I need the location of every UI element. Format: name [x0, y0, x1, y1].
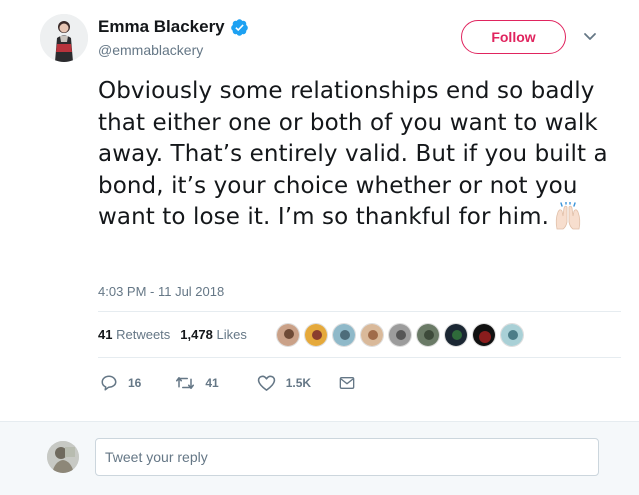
retweets-count: 41: [98, 327, 113, 342]
liker-avatar[interactable]: [500, 323, 524, 347]
reply-input[interactable]: [95, 438, 599, 476]
retweet-count: 41: [205, 376, 219, 390]
liker-avatar[interactable]: [276, 323, 300, 347]
envelope-icon: [339, 377, 355, 389]
tweet-stats: 41 Retweets 1,478 Likes: [98, 327, 247, 342]
chevron-down-icon[interactable]: [582, 30, 598, 44]
retweet-action[interactable]: 41: [175, 374, 219, 392]
divider-top: [98, 311, 621, 312]
liker-avatar[interactable]: [332, 323, 356, 347]
author-avatar[interactable]: [40, 14, 88, 62]
likes-label: Likes: [216, 327, 247, 342]
liker-avatar[interactable]: [388, 323, 412, 347]
direct-message-action[interactable]: [339, 376, 355, 390]
like-action[interactable]: 1.5K: [257, 374, 311, 392]
author-name-text: Emma Blackery: [98, 17, 225, 36]
likes-stat[interactable]: 1,478 Likes: [180, 327, 247, 342]
reply-count: 16: [128, 376, 142, 390]
tweet-text-content: Obviously some relationships end so badl…: [98, 78, 608, 230]
verified-badge-icon: [230, 18, 248, 36]
avatar-image: [40, 14, 88, 62]
likes-count: 1,478: [180, 327, 213, 342]
liker-avatar[interactable]: [304, 323, 328, 347]
liker-avatar[interactable]: [360, 323, 384, 347]
retweets-label: Retweets: [116, 327, 171, 342]
reply-icon: [101, 375, 117, 391]
retweets-stat[interactable]: 41 Retweets: [98, 327, 170, 342]
divider-bottom: [98, 357, 621, 358]
reply-action[interactable]: 16: [100, 374, 141, 392]
tweet-text: Obviously some relationships end so badl…: [98, 76, 618, 234]
liker-avatar[interactable]: [472, 323, 496, 347]
likers-avatars: [276, 323, 524, 347]
current-user-avatar-image: [47, 441, 79, 473]
retweet-icon: [176, 377, 195, 389]
author-handle[interactable]: @emmablackery: [98, 42, 203, 58]
liker-avatar[interactable]: [416, 323, 440, 347]
liker-avatar[interactable]: [444, 323, 468, 347]
like-count: 1.5K: [285, 376, 312, 390]
tweet-actions: 16 41 1.5K: [100, 374, 355, 392]
current-user-avatar[interactable]: [47, 441, 79, 473]
raising-hands-emoji-icon: [555, 202, 581, 230]
author-display-name[interactable]: Emma Blackery: [98, 17, 249, 37]
tweet-timestamp[interactable]: 4:03 PM - 11 Jul 2018: [98, 284, 224, 299]
follow-button[interactable]: Follow: [461, 20, 566, 54]
heart-icon: [257, 375, 275, 391]
